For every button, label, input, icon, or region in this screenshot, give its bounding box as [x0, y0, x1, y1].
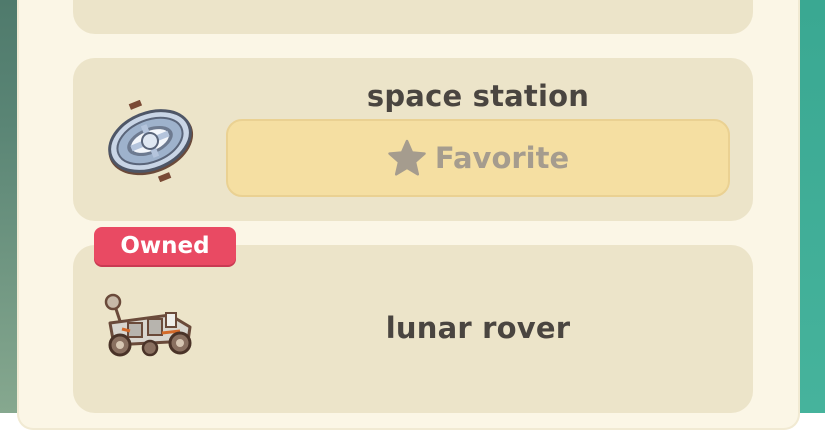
- favorite-button[interactable]: Favorite: [226, 119, 730, 197]
- lunar-rover-icon: [104, 293, 192, 357]
- item-name-lunar-rover: lunar rover: [385, 311, 571, 345]
- item-card-previous[interactable]: [73, 0, 753, 34]
- space-station-icon: [108, 100, 194, 182]
- star-icon: [388, 139, 426, 176]
- favorite-label: Favorite: [434, 141, 570, 175]
- owned-badge: Owned: [94, 227, 236, 265]
- item-name-space-station: space station: [366, 79, 590, 113]
